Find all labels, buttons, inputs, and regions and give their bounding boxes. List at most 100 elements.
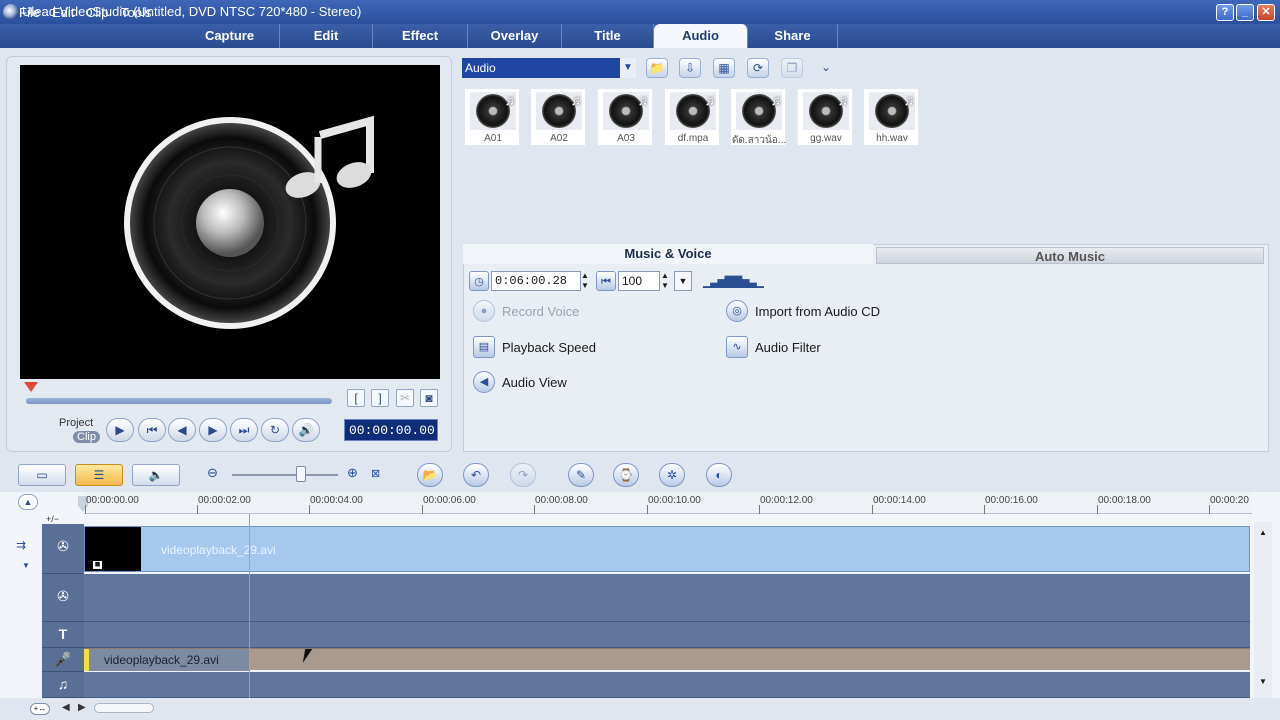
clip-mode-label[interactable]: Clip <box>73 431 100 443</box>
tab-edit[interactable]: Edit <box>280 24 373 48</box>
zoom-to-fit-icon[interactable]: +↔ <box>30 703 50 715</box>
redo-icon[interactable]: ↷ <box>510 463 536 487</box>
minimize-button[interactable]: _ <box>1236 4 1254 21</box>
library-item[interactable]: ♫ ดัด.สาวน้อ... <box>730 88 786 146</box>
zoom-slider[interactable] <box>232 474 338 476</box>
preview-scrubber[interactable] <box>26 398 332 404</box>
library-category-dropdown[interactable]: Audio ▼ <box>462 58 636 78</box>
menu-clip[interactable]: Clip <box>86 5 108 20</box>
library-item[interactable]: ♫ df.mpa <box>664 88 720 146</box>
expand-icon[interactable]: ⌄ <box>815 58 837 78</box>
tab-music-voice[interactable]: Music & Voice <box>463 244 873 264</box>
next-frame-button[interactable]: ▶ <box>199 418 227 442</box>
library-item[interactable]: ♫ A01 <box>464 88 520 146</box>
menu-edit[interactable]: Edit <box>52 5 74 20</box>
menu-tools[interactable]: Tools <box>121 5 151 20</box>
library-item-label: gg.wav <box>810 133 842 144</box>
track-toggle-button[interactable]: +/− <box>46 514 59 524</box>
volume-dropdown-icon[interactable]: ▼ <box>674 271 692 291</box>
audio-disc-icon: ♫ <box>603 92 649 130</box>
mark-out-button[interactable]: ] <box>371 389 389 407</box>
folder-icon[interactable]: 📁 <box>646 58 668 78</box>
project-mode-label[interactable]: Project <box>59 417 93 429</box>
duration-field[interactable]: 0:06:00.28 <box>491 271 581 291</box>
library-manager-icon[interactable]: ▦ <box>713 58 735 78</box>
audio-filter-button[interactable]: Audio Filter <box>755 340 821 355</box>
tab-auto-music[interactable]: Auto Music <box>876 247 1264 264</box>
chevron-down-icon[interactable]: ▼ <box>620 58 636 78</box>
playback-speed-button[interactable]: Playback Speed <box>502 340 596 355</box>
audio-view-toggle-button[interactable]: 🔈 <box>132 464 180 486</box>
tab-share[interactable]: Share <box>748 24 838 48</box>
insert-media-icon[interactable]: 📂 <box>417 463 443 487</box>
scroll-up-icon[interactable]: ▲ <box>1254 528 1272 537</box>
fade-out-icon[interactable]: ▇▅▃▁ <box>733 274 764 288</box>
audio-view-button[interactable]: Audio View <box>502 375 567 390</box>
import-icon[interactable]: ⇩ <box>679 58 701 78</box>
horizontal-scroll-thumb[interactable] <box>94 703 154 713</box>
library-item[interactable]: ♫ gg.wav <box>797 88 853 146</box>
refresh-icon[interactable]: ⟳ <box>747 58 769 78</box>
smart-proxy-icon[interactable]: ✎ <box>568 463 594 487</box>
menu-file[interactable]: File <box>19 5 40 20</box>
undo-icon[interactable]: ↶ <box>463 463 489 487</box>
fade-icon[interactable]: ⏮ <box>596 271 616 291</box>
audio-clip[interactable]: videoplayback_29.avi <box>84 648 1250 671</box>
surround-mixer-icon[interactable]: ◐ <box>706 463 732 487</box>
play-button[interactable]: ▶ <box>106 418 134 442</box>
tab-capture[interactable]: Capture <box>180 24 280 48</box>
scroll-down-icon[interactable]: ▼ <box>1254 677 1272 686</box>
fit-project-icon[interactable]: ⊠ <box>371 467 380 480</box>
volume-field[interactable]: 100 <box>618 271 660 291</box>
cut-clip-icon[interactable]: ✂ <box>396 389 414 407</box>
repeat-button[interactable]: ↻ <box>261 418 289 442</box>
library-item-label: hh.wav <box>876 133 908 144</box>
music-track-header[interactable]: ♫ <box>42 672 84 698</box>
library-item[interactable]: ♫ A02 <box>530 88 586 146</box>
vertical-scrollbar[interactable]: ▲ ▼ <box>1254 522 1272 698</box>
ripple-dropdown-icon[interactable]: ▼ <box>22 561 30 570</box>
copy-icon[interactable]: ❐ <box>781 58 803 78</box>
scroll-right-icon[interactable]: ▶ <box>78 702 86 713</box>
storyboard-view-button[interactable]: ▭ <box>18 464 66 486</box>
music-track[interactable] <box>84 672 1250 698</box>
voice-track-header[interactable]: 🎤 <box>42 648 84 672</box>
tab-title[interactable]: Title <box>562 24 654 48</box>
video-track-header[interactable]: ✇ <box>42 524 84 574</box>
zoom-slider-thumb[interactable] <box>296 466 306 482</box>
enlarge-preview-icon[interactable]: ◙ <box>420 389 438 407</box>
import-audio-cd-button[interactable]: Import from Audio CD <box>755 304 880 319</box>
preview-timecode[interactable]: 00:00:00.00 <box>344 419 438 441</box>
zoom-in-icon[interactable]: ⊕ <box>347 465 358 481</box>
system-volume-button[interactable]: 🔊 <box>292 418 320 442</box>
close-button[interactable]: ✕ <box>1257 4 1275 21</box>
title-track-header[interactable]: T <box>42 622 84 648</box>
scroll-left-icon[interactable]: ◀ <box>62 702 70 713</box>
tab-audio[interactable]: Audio <box>654 24 748 48</box>
ripple-edit-icon[interactable]: ⇉ <box>16 538 26 552</box>
home-button[interactable]: ⏮ <box>138 418 166 442</box>
video-clip[interactable]: ◼ videoplayback_29.avi <box>84 526 1250 572</box>
mark-in-button[interactable]: [ <box>347 389 365 407</box>
overlay-track[interactable] <box>84 574 1250 622</box>
help-button[interactable]: ? <box>1216 4 1234 21</box>
title-track[interactable] <box>84 622 1250 648</box>
previous-frame-button[interactable]: ◀ <box>168 418 196 442</box>
collapse-timeline-icon[interactable]: ▲ <box>18 494 38 510</box>
record-voice-button[interactable]: Record Voice <box>502 304 579 319</box>
library-item[interactable]: ♫ A03 <box>597 88 653 146</box>
overlay-track-header[interactable]: ✇ <box>42 574 84 622</box>
tab-overlay[interactable]: Overlay <box>468 24 562 48</box>
library-item[interactable]: ♫ hh.wav <box>863 88 919 146</box>
fade-in-icon[interactable]: ▁▃▅▇ <box>703 274 734 288</box>
tab-effect[interactable]: Effect <box>373 24 468 48</box>
track-manager-icon[interactable]: ✲ <box>659 463 685 487</box>
zoom-out-icon[interactable]: ⊖ <box>207 465 218 481</box>
volume-stepper[interactable]: ▲ ▼ <box>660 271 670 291</box>
chapter-point-icon[interactable]: ⌚ <box>613 463 639 487</box>
timeline-view-button[interactable]: ☰ <box>75 464 123 486</box>
duration-stepper[interactable]: ▲ ▼ <box>580 271 590 291</box>
end-button[interactable]: ⏭ <box>230 418 258 442</box>
video-clip-name: videoplayback_29.avi <box>161 543 276 557</box>
ruler-tick <box>872 505 873 514</box>
